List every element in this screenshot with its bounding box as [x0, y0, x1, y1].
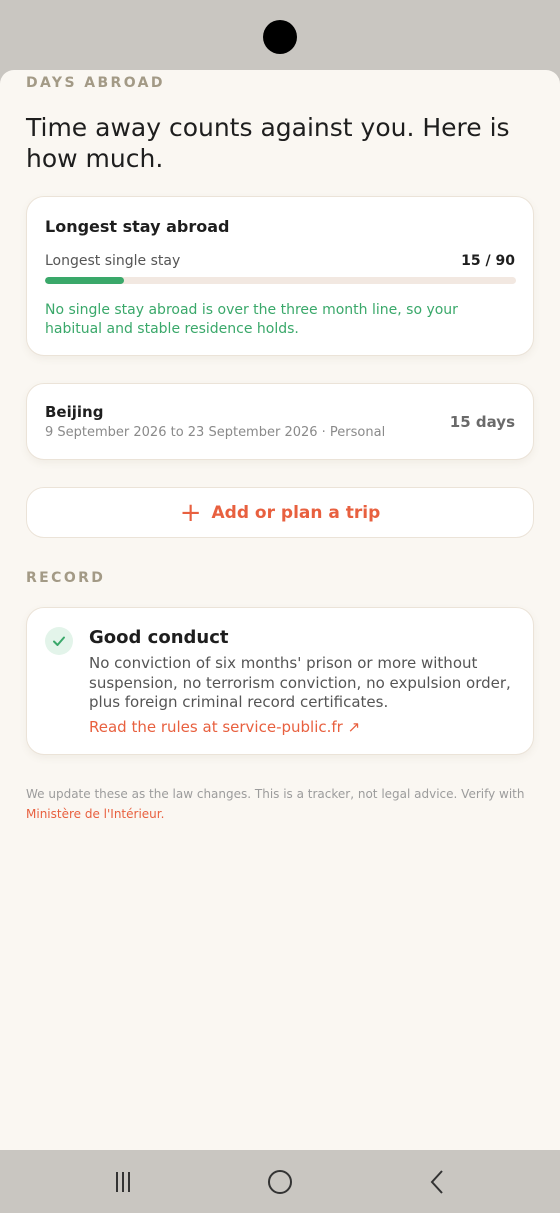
longest-stay-progress-track [45, 277, 516, 284]
section-label-record: RECORD [26, 570, 106, 586]
recent-apps-button[interactable] [83, 1150, 163, 1213]
plus-icon: + [179, 497, 202, 528]
longest-stay-title: Longest stay abroad [45, 217, 230, 236]
back-button[interactable] [397, 1150, 477, 1213]
good-conduct-description: No conviction of six months' prison or m… [89, 654, 511, 711]
add-trip-label: Add or plan a trip [211, 502, 381, 523]
residence-status-note: No single stay abroad is over the three … [45, 302, 458, 337]
ministry-link[interactable]: Ministère de l'Intérieur. [26, 807, 164, 821]
home-button[interactable] [240, 1150, 320, 1213]
longest-stay-progress-fill [45, 277, 124, 284]
trip-duration: 15 days [449, 413, 515, 431]
system-nav-bar [0, 1150, 560, 1213]
rules-link[interactable]: Read the rules at service-public.fr ↗ [89, 718, 360, 736]
home-icon [268, 1169, 292, 1194]
check-icon [45, 627, 73, 655]
good-conduct-title: Good conduct [89, 627, 229, 648]
disclaimer-text: We update these as the law changes. This… [26, 787, 525, 801]
longest-stay-count: 15 / 90 [461, 253, 515, 269]
camera-cutout [263, 20, 297, 54]
longest-stay-card: Longest stay abroad Longest single stay … [26, 196, 534, 356]
add-trip-button[interactable]: + Add or plan a trip [26, 487, 534, 538]
legal-disclaimer: We update these as the law changes. This… [26, 785, 536, 824]
trip-city: Beijing [45, 403, 104, 421]
trip-dates: 9 September 2026 to 23 September 2026 · … [45, 425, 386, 440]
recent-apps-icon [116, 1171, 130, 1192]
good-conduct-card: Good conduct No conviction of six months… [26, 607, 534, 755]
back-icon [430, 1169, 443, 1194]
trip-card[interactable]: Beijing 9 September 2026 to 23 September… [26, 383, 534, 460]
status-bar [0, 0, 560, 70]
longest-stay-label: Longest single stay [45, 253, 181, 269]
section-label-days-abroad: DAYS ABROAD [26, 75, 165, 91]
page-headline: Time away counts against you. Here is ho… [26, 113, 510, 173]
